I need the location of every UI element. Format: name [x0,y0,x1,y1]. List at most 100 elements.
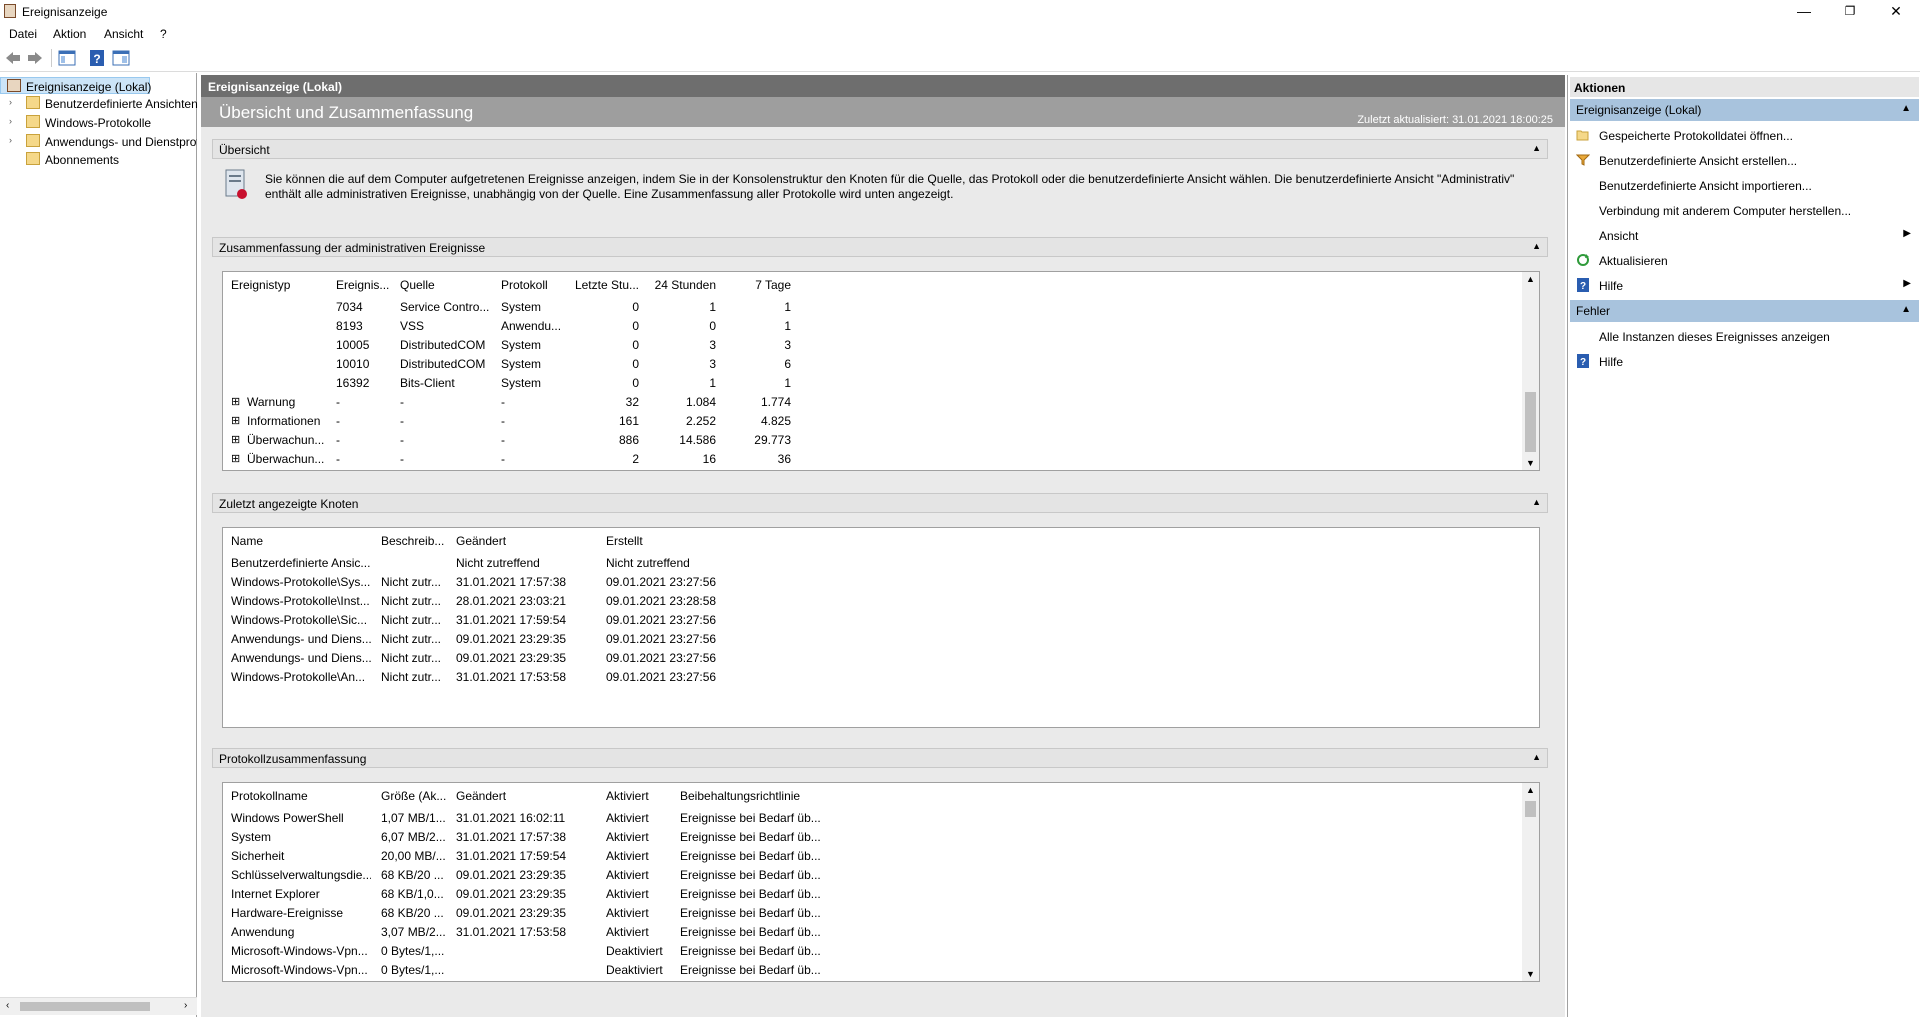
action-hilfe[interactable]: ? Hilfe ▶ [1570,273,1919,298]
table-row[interactable]: ⊞ Überwachun... - - -2 16 36 [223,450,1539,469]
action-benutzerdefinierte-ansicht-importieren[interactable]: Benutzerdefinierte Ansicht importieren..… [1570,173,1919,198]
table-row[interactable]: Windows-Protokolle\Sys... Nicht zutr... 31… [223,573,1539,592]
col-header[interactable]: Name [231,534,371,548]
action-gespeicherte-protokolldatei-öffnen[interactable]: Gespeicherte Protokolldatei öffnen... [1570,123,1919,148]
col-header[interactable]: Protokollname [231,789,371,803]
table-row[interactable]: ⊞ Warnung - - - 32 1.084 1.774 [223,393,1539,412]
scroll-right-icon[interactable]: › [184,1000,187,1011]
actions-group-error-header[interactable]: Fehler ▲ [1570,300,1919,322]
col-header[interactable]: Ereignis... [336,278,391,292]
col-header[interactable]: Letzte Stu... [573,278,639,292]
scroll-down-icon[interactable]: ▼ [1526,458,1535,468]
collapse-icon[interactable]: ▲ [1532,752,1541,762]
table-row[interactable]: Anwendung 3,07 MB/2... 31.01.2021 17:53:58… [223,923,1539,942]
scroll-up-icon[interactable]: ▲ [1526,785,1535,795]
table-row[interactable]: Schlüsselverwaltungsdie... 68 KB/20 ... 09… [223,866,1539,885]
summary-vertical-scrollbar[interactable]: ▲ ▼ [1522,272,1539,470]
table-row[interactable]: Internet Explorer 68 KB/1,0... 09.01.2021 … [223,885,1539,904]
collapse-icon[interactable]: ▲ [1901,103,1911,114]
table-cell: 7034 [336,300,363,314]
expand-plus-icon[interactable]: ⊞ [231,452,240,465]
col-header[interactable]: Erstellt [606,534,746,548]
table-row[interactable]: Hardware-Ereignisse 68 KB/20 ... 09.01.202… [223,904,1539,923]
expand-arrow-icon[interactable]: › [9,116,12,126]
col-header[interactable]: 24 Stunden [648,278,716,292]
col-header[interactable]: Geändert [456,534,596,548]
show-hide-action-pane-icon[interactable] [112,49,130,67]
actions-title: Aktionen [1574,81,1626,95]
table-row[interactable]: ⊞ Überwachun... - - -886 14.586 29.773 [223,431,1539,450]
expand-plus-icon[interactable]: ⊞ [231,395,240,408]
action-verbindung-mit-anderem-computer-herstellen[interactable]: Verbindung mit anderem Computer herstell… [1570,198,1919,223]
expand-plus-icon[interactable]: ⊞ [231,433,240,446]
col-header[interactable]: 7 Tage [723,278,791,292]
section-overview-header[interactable]: Übersicht ▲ [212,139,1548,159]
collapse-icon[interactable]: ▲ [1532,143,1541,153]
col-header[interactable]: Quelle [400,278,490,292]
actions-group-event-viewer-header[interactable]: Ereignisanzeige (Lokal) ▲ [1570,99,1919,121]
section-summary-header[interactable]: Zusammenfassung der administrativen Erei… [212,237,1548,257]
expand-arrow-icon[interactable]: › [9,97,12,107]
col-header[interactable]: Aktiviert [606,789,676,803]
menu-aktion[interactable]: Aktion [53,27,86,41]
table-row[interactable]: Anwendungs- und Diens... Nicht zutr... 09.… [223,630,1539,649]
collapse-icon[interactable]: ▲ [1532,241,1541,251]
action-alle-instanzen-dieses-ereignisses-anzeigen[interactable]: Alle Instanzen dieses Ereignisses anzeig… [1570,324,1919,349]
table-row[interactable]: Windows-Protokolle\Sic... Nicht zutr... 31… [223,611,1539,630]
tree-horizontal-scrollbar[interactable]: ‹ › [0,997,197,1015]
forward-arrow-icon[interactable] [26,49,44,67]
action-hilfe[interactable]: ? Hilfe [1570,349,1919,374]
tree-item-subscriptions[interactable]: Abonnements [0,151,197,168]
menu-ansicht[interactable]: Ansicht [104,27,143,41]
table-row[interactable]: 8193 VSS Anwendu... 0 0 1 [223,317,1539,336]
table-row[interactable]: 10005 DistributedCOM System 0 3 3 [223,336,1539,355]
scroll-up-icon[interactable]: ▲ [1526,274,1535,284]
table-row[interactable]: Windows PowerShell 1,07 MB/1... 31.01.2021… [223,809,1539,828]
table-row[interactable]: 7034 Service Contro... System 0 1 1 [223,298,1539,317]
section-recent-nodes-header[interactable]: Zuletzt angezeigte Knoten ▲ [212,493,1548,513]
table-row[interactable]: Microsoft-Windows-Vpn... 0 Bytes/1,... Dea… [223,961,1539,980]
table-row[interactable]: 16392 Bits-Client System 0 1 1 [223,374,1539,393]
expand-arrow-icon[interactable]: › [9,135,12,145]
action-aktualisieren[interactable]: Aktualisieren [1570,248,1919,273]
maximize-button[interactable]: ❐ [1827,0,1873,24]
col-header[interactable]: Beschreib... [381,534,446,548]
table-row[interactable]: Windows-Protokolle\Inst... Nicht zutr... 2… [223,592,1539,611]
collapse-icon[interactable]: ▲ [1901,304,1911,315]
table-row[interactable]: Benutzerdefinierte Ansic... Nicht zutreff… [223,554,1539,573]
col-header[interactable]: Beibehaltungsrichtlinie [680,789,820,803]
menu-help[interactable]: ? [160,27,167,41]
table-row[interactable]: Sicherheit 20,00 MB/... 31.01.2021 17:59:5… [223,847,1539,866]
col-header[interactable]: Größe (Ak... [381,789,446,803]
close-button[interactable]: ✕ [1873,0,1919,24]
scroll-left-icon[interactable]: ‹ [6,1000,9,1011]
action-ansicht[interactable]: Ansicht ▶ [1570,223,1919,248]
scroll-down-icon[interactable]: ▼ [1526,969,1535,979]
tree-item-custom-views[interactable]: › Benutzerdefinierte Ansichten [0,95,198,112]
help-icon[interactable]: ? [88,49,106,67]
log-vertical-scrollbar[interactable]: ▲ ▼ [1522,783,1539,981]
menu-datei[interactable]: Datei [9,27,37,41]
expand-plus-icon[interactable]: ⊞ [231,414,240,427]
section-log-summary-header[interactable]: Protokollzusammenfassung ▲ [212,748,1548,768]
table-row[interactable]: 10010 DistributedCOM System 0 3 6 [223,355,1539,374]
col-header[interactable]: Protokoll [501,278,571,292]
back-arrow-icon[interactable] [4,49,22,67]
minimize-button[interactable]: — [1781,0,1827,24]
table-row[interactable]: ⊞ Informationen - - - 161 2.252 4.825 [223,412,1539,431]
col-header[interactable]: Geändert [456,789,596,803]
table-row[interactable]: Windows-Protokolle\An... Nicht zutr... 31.… [223,668,1539,687]
tree-item-windows-logs[interactable]: › Windows-Protokolle [0,114,197,131]
collapse-icon[interactable]: ▲ [1532,497,1541,507]
show-hide-console-tree-icon[interactable] [58,49,76,67]
tree-item-event-viewer-local[interactable]: Ereignisanzeige (Lokal) [0,77,151,94]
table-row[interactable]: Anwendungs- und Diens... Nicht zutr... 09.… [223,649,1539,668]
scroll-thumb[interactable] [1525,801,1536,817]
tree-item-app-service-logs[interactable]: › Anwendungs- und Dienstprotokolle [0,133,197,150]
table-row[interactable]: Microsoft-Windows-Vpn... 0 Bytes/1,... Dea… [223,942,1539,961]
table-row[interactable]: System 6,07 MB/2... 31.01.2021 17:57:38 Akt… [223,828,1539,847]
col-header[interactable]: Ereignistyp [231,278,331,292]
scroll-thumb[interactable] [1525,392,1536,452]
scroll-thumb[interactable] [20,1002,150,1011]
action-benutzerdefinierte-ansicht-erstellen[interactable]: Benutzerdefinierte Ansicht erstellen... [1570,148,1919,173]
